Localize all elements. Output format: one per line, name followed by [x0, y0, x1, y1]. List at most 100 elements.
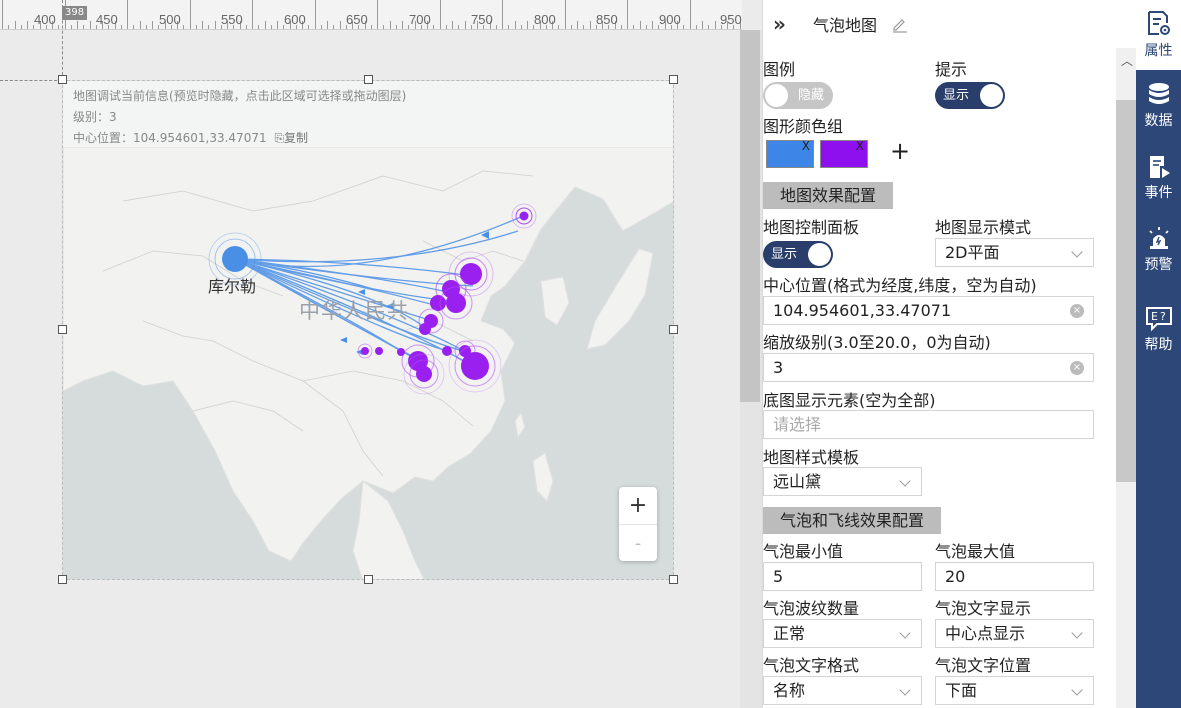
- resize-handle-nw[interactable]: [58, 75, 67, 84]
- resize-handle-e[interactable]: [669, 325, 678, 334]
- design-canvas[interactable]: 400 450 500 550 600 650 700 750 800 850 …: [0, 0, 762, 708]
- copy-button[interactable]: ⎘复制: [274, 131, 308, 145]
- text-format-select[interactable]: 名称: [763, 676, 922, 705]
- resize-handle-ne[interactable]: [669, 75, 678, 84]
- zoom-out-button[interactable]: -: [619, 524, 657, 561]
- expand-icon[interactable]: »: [773, 12, 795, 36]
- ruler-tick: [370, 25, 372, 29]
- ruler-tick: [20, 25, 22, 29]
- nav-item-properties[interactable]: 属性: [1136, 0, 1181, 70]
- resize-handle-n[interactable]: [364, 75, 373, 84]
- ruler-tick: [527, 21, 528, 29]
- ripple-count-select[interactable]: 正常: [763, 619, 922, 648]
- ruler-tick: [439, 0, 441, 29]
- ruler-tick: [683, 25, 685, 29]
- ruler-label: 750: [471, 12, 493, 27]
- color-swatch-blue[interactable]: X: [766, 139, 814, 168]
- ruler-tick: [689, 0, 691, 29]
- map-svg[interactable]: [63, 81, 674, 580]
- color-swatch-purple[interactable]: X: [820, 139, 868, 168]
- chevron-down-icon: [899, 627, 911, 639]
- map-zoom-control: + -: [619, 487, 657, 561]
- color-group-label: 图形颜色组: [763, 117, 844, 136]
- ruler-tick: [714, 21, 716, 29]
- ruler-label: 450: [96, 12, 118, 27]
- ruler-label: 850: [596, 12, 618, 27]
- ruler-label: 900: [659, 12, 681, 27]
- ruler-tick: [139, 21, 141, 29]
- resize-handle-w[interactable]: [58, 325, 67, 334]
- chevron-up-icon[interactable]: ︿: [1121, 52, 1133, 69]
- remove-color-icon[interactable]: X: [802, 139, 810, 153]
- nav-item-event[interactable]: 事件: [1136, 154, 1181, 214]
- bubble-max-value: 20: [945, 567, 966, 586]
- center-input[interactable]: 104.954601,33.47071 ×: [763, 296, 1094, 325]
- style-template-select[interactable]: 远山黛: [763, 467, 922, 496]
- add-color-button[interactable]: +: [890, 137, 910, 165]
- panel-scrollbar-thumb[interactable]: [1116, 100, 1137, 482]
- base-elements-placeholder: 请选择: [773, 415, 822, 434]
- zoom-level-input[interactable]: 3 ×: [763, 353, 1094, 382]
- resize-handle-se[interactable]: [669, 575, 678, 584]
- legend-toggle[interactable]: 隐藏: [763, 82, 833, 109]
- edit-icon[interactable]: [891, 15, 909, 33]
- nav-label: 属性: [1144, 43, 1173, 59]
- guide-line-vertical: [62, 0, 63, 80]
- ruler-tick: [645, 25, 647, 29]
- center-value: 104.954601,33.47071: [773, 301, 952, 320]
- ruler-tick: [58, 25, 60, 29]
- copy-label: 复制: [284, 131, 309, 145]
- ruler-tick: [252, 0, 253, 29]
- display-mode-select[interactable]: 2D平面: [935, 238, 1094, 267]
- ruler-tick: [264, 21, 266, 29]
- clear-icon[interactable]: ×: [1070, 304, 1084, 318]
- section-bubble-effect[interactable]: 气泡和飞线效果配置: [763, 507, 942, 534]
- text-format-value: 名称: [773, 681, 806, 700]
- remove-color-icon[interactable]: X: [856, 139, 864, 153]
- text-position-select[interactable]: 下面: [935, 676, 1094, 705]
- tooltip-toggle[interactable]: 显示: [935, 82, 1005, 109]
- zoom-level-value: 3: [773, 358, 784, 377]
- toggle-text: 隐藏: [797, 88, 824, 103]
- bubble-max-input[interactable]: 20: [935, 562, 1094, 591]
- panel-scrollbar[interactable]: ︿: [1116, 48, 1137, 708]
- ruler-tick: [702, 21, 703, 29]
- ruler-tick: [145, 25, 147, 29]
- map-debug-info[interactable]: 地图调试当前信息(预览时隐藏，点击此区域可选择或拖动图层) 级别：3 中心位置：…: [63, 81, 673, 147]
- display-mode-value: 2D平面: [945, 243, 1000, 262]
- ruler-tick: [402, 21, 403, 29]
- country-label: 中华人民共: [299, 299, 409, 323]
- nav-item-alarm[interactable]: 预警: [1136, 226, 1181, 286]
- ruler-tick: [258, 25, 260, 29]
- toggle-text: 显示: [771, 247, 798, 262]
- section-map-effect[interactable]: 地图效果配置: [763, 182, 894, 209]
- ruler-tick: [308, 25, 310, 29]
- nav-item-data[interactable]: 数据: [1136, 82, 1181, 142]
- ruler-tick: [83, 25, 85, 29]
- ruler-tick: [495, 25, 497, 29]
- resize-handle-sw[interactable]: [58, 575, 67, 584]
- nav-item-help[interactable]: E ? 帮助: [1136, 306, 1181, 366]
- bubble-map-widget[interactable]: 库尔勒 中华人民共 地图调试当前信息(预览时隐藏，点击此区域可选择或拖动图层) …: [62, 80, 674, 580]
- ruler-tick: [77, 21, 78, 29]
- text-display-select[interactable]: 中心点显示: [935, 619, 1094, 648]
- bubble-min-input[interactable]: 5: [763, 562, 922, 591]
- ruler-tick: [627, 0, 628, 29]
- canvas-scrollbar-thumb[interactable]: [740, 30, 760, 402]
- ruler-tick: [27, 21, 28, 29]
- ruler-tick: [377, 0, 378, 29]
- toggle-knob: [980, 84, 1003, 107]
- control-panel-toggle[interactable]: 显示: [763, 241, 833, 268]
- event-icon: [1149, 156, 1170, 178]
- clear-icon[interactable]: ×: [1070, 361, 1084, 375]
- base-elements-select[interactable]: 请选择: [763, 410, 1094, 439]
- zoom-in-button[interactable]: +: [619, 487, 657, 524]
- tooltip-label: 提示: [935, 60, 968, 79]
- ruler-tick: [133, 25, 135, 29]
- resize-handle-s[interactable]: [364, 575, 373, 584]
- ruler-tick: [195, 25, 197, 29]
- guide-line-horizontal: [0, 80, 62, 81]
- ruler-label: 700: [409, 12, 431, 27]
- canvas-scrollbar[interactable]: [740, 30, 762, 708]
- ruler-tick: [452, 21, 453, 29]
